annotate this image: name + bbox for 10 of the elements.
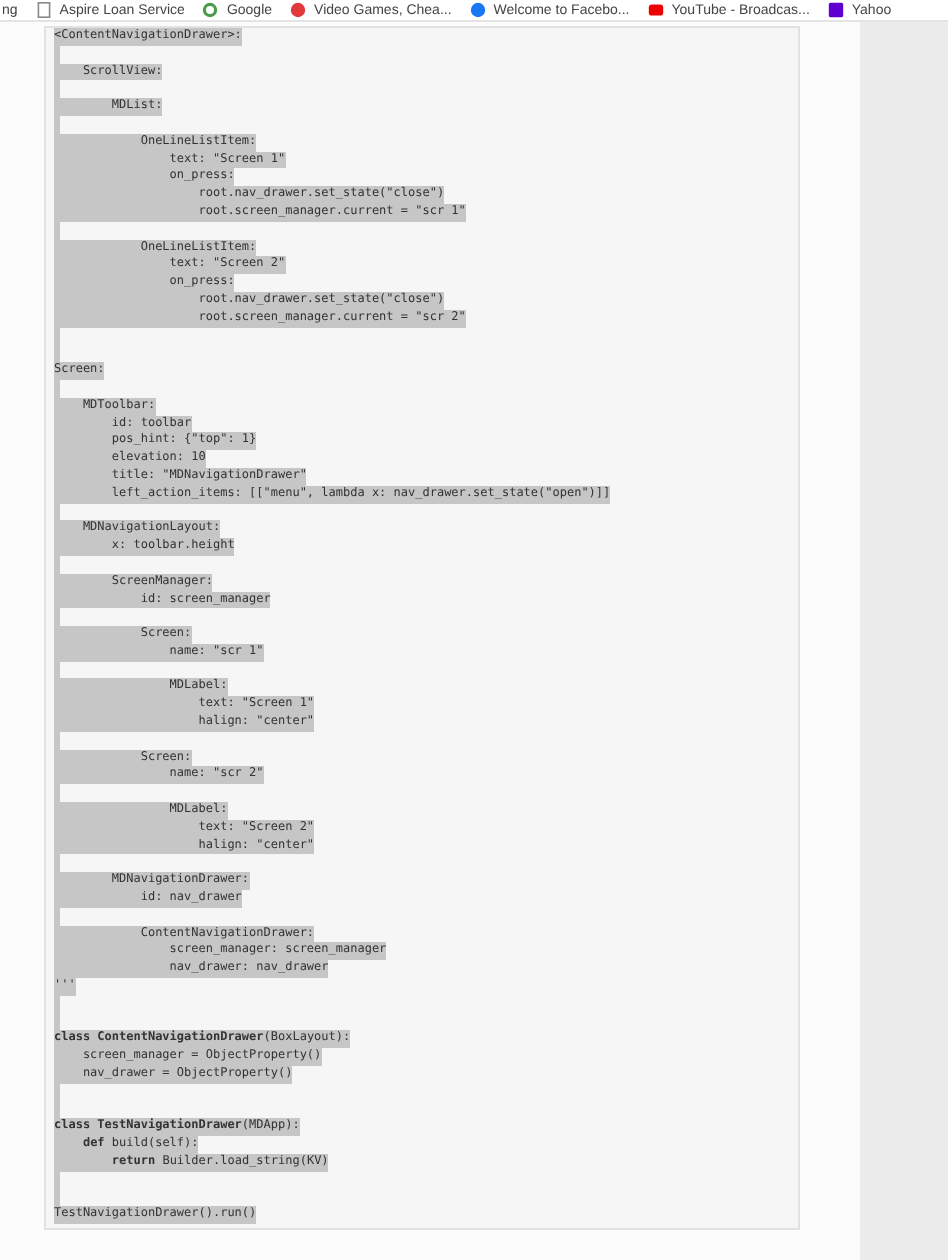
blank-line-highlight [54, 731, 60, 750]
ring-icon [202, 2, 219, 18]
blank-line-highlight [54, 608, 60, 627]
blank-line-highlight [54, 784, 60, 803]
blank-line-highlight [54, 503, 60, 521]
blank-line-highlight [54, 907, 60, 926]
blank-line-highlight [54, 854, 60, 873]
blank-line-highlight [54, 661, 60, 679]
blank-line-highlight [54, 555, 60, 574]
blank-line-highlight [54, 221, 60, 240]
